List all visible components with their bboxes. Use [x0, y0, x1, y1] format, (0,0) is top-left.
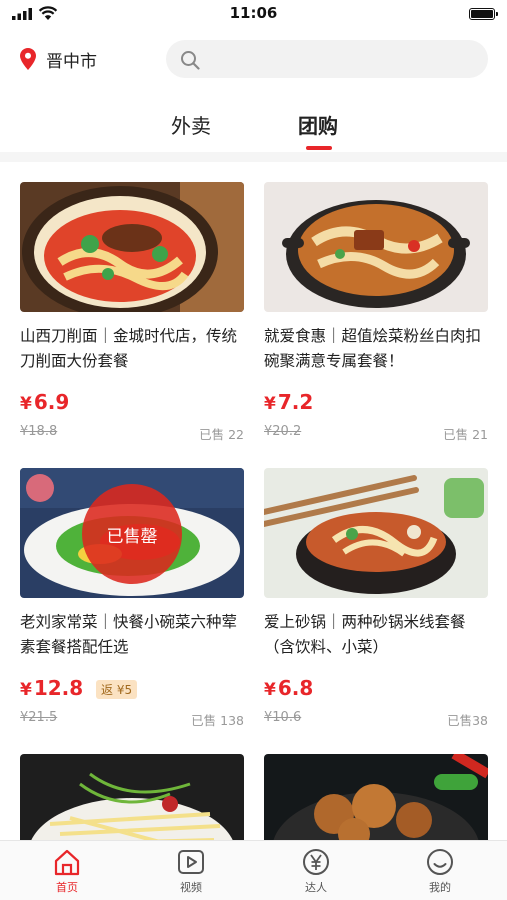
original-price: ¥18.8 — [20, 424, 58, 439]
original-price: ¥20.2 — [264, 424, 302, 439]
product-card[interactable]: 已售罄 老刘家常菜｜快餐小碗菜六种荤素套餐搭配任选 ¥12.8 返 ¥5 ¥21… — [20, 468, 244, 728]
product-image-rice-noodles[interactable] — [264, 468, 488, 598]
status-time: 11:06 — [229, 4, 278, 22]
sold-out-badge: 已售罄 — [82, 484, 182, 584]
sold-count: 已售 138 — [191, 713, 244, 728]
product-image-claypot[interactable] — [264, 182, 488, 312]
rebate-badge: 返 ¥5 — [96, 680, 138, 699]
product-title[interactable]: 爱上砂锅｜两种砂锅米线套餐（含饮料、小菜） — [264, 610, 488, 660]
bottom-nav: 首页 视频 达人 我的 — [0, 840, 507, 900]
nav-expert[interactable]: 达人 — [276, 847, 356, 895]
product-card[interactable]: 山西刀削面｜金城时代店，传统刀削面大份套餐 ¥6.9 ¥18.8 已售 22 — [20, 182, 244, 442]
product-price: ¥6.9 — [20, 390, 70, 414]
battery-icon — [469, 8, 498, 20]
yen-circle-icon — [303, 849, 329, 875]
original-price: ¥21.5 — [20, 710, 58, 725]
product-price: ¥6.8 — [264, 676, 314, 700]
header: 晋中市 — [0, 36, 507, 84]
tab-takeout[interactable]: 外卖 — [151, 110, 231, 139]
nav-home-label: 首页 — [56, 881, 78, 894]
sold-count: 已售 22 — [199, 427, 244, 442]
product-image-home-dishes[interactable]: 已售罄 — [20, 468, 244, 598]
tab-active-indicator — [306, 146, 332, 150]
status-bar: 11:06 — [0, 0, 507, 28]
nav-video-label: 视频 — [180, 881, 202, 894]
home-icon — [54, 849, 80, 876]
sold-count: 已售38 — [447, 713, 488, 728]
product-price: ¥7.2 — [264, 390, 314, 414]
video-play-icon — [178, 850, 204, 874]
smiley-icon — [427, 849, 453, 875]
nav-profile-label: 我的 — [429, 881, 451, 894]
nav-home[interactable]: 首页 — [27, 847, 107, 895]
search-input[interactable] — [210, 40, 480, 78]
location-selector[interactable]: 晋中市 — [20, 44, 97, 74]
product-title[interactable]: 就爱食惠｜超值烩菜粉丝白肉扣碗聚满意专属套餐！ — [264, 324, 488, 374]
product-card[interactable]: 爱上砂锅｜两种砂锅米线套餐（含饮料、小菜） ¥6.8 ¥10.6 已售38 — [264, 468, 488, 728]
location-pin-icon — [20, 48, 36, 70]
nav-video[interactable]: 视频 — [151, 847, 231, 895]
city-label: 晋中市 — [46, 51, 97, 72]
nav-profile[interactable]: 我的 — [400, 847, 480, 895]
section-divider — [0, 152, 507, 162]
product-image-noodles[interactable] — [20, 182, 244, 312]
product-price: ¥12.8 — [20, 676, 84, 700]
category-tabs: 外卖 团购 — [0, 100, 507, 150]
app-screen: 11:06 晋中市 外卖 团购 山西刀削面｜金城时代店，传统刀削面大份套餐 ¥ … — [0, 0, 507, 900]
search-icon — [181, 51, 200, 70]
product-card[interactable]: 就爱食惠｜超值烩菜粉丝白肉扣碗聚满意专属套餐！ ¥7.2 ¥20.2 已售 21 — [264, 182, 488, 442]
tab-group-buy[interactable]: 团购 — [278, 110, 358, 139]
nav-expert-label: 达人 — [305, 881, 327, 894]
product-title[interactable]: 山西刀削面｜金城时代店，传统刀削面大份套餐 — [20, 324, 244, 374]
original-price: ¥10.6 — [264, 710, 302, 725]
product-title[interactable]: 老刘家常菜｜快餐小碗菜六种荤素套餐搭配任选 — [20, 610, 244, 660]
search-box[interactable] — [166, 40, 488, 78]
sold-count: 已售 21 — [443, 427, 488, 442]
